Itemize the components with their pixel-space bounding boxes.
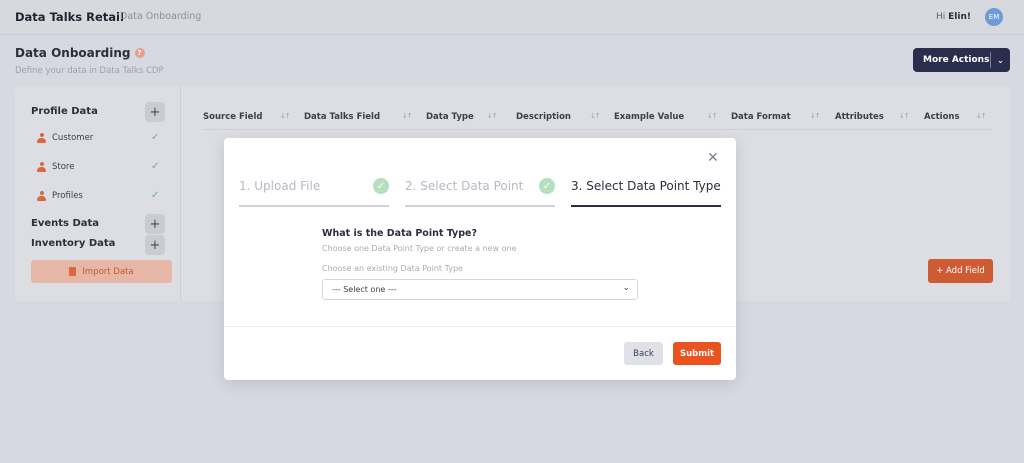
more-actions-button[interactable]: More Actions ⌄ <box>913 48 1010 72</box>
person-icon <box>37 191 46 201</box>
sidebar-item-label: Customer <box>52 133 94 143</box>
sidebar-item-store[interactable]: Store <box>37 162 74 172</box>
greeting-text: Hi <box>936 12 949 22</box>
modal-divider <box>224 326 736 327</box>
sort-icon[interactable]: ↓↑ <box>810 112 821 120</box>
page-subtitle: Define your data in Data Talks CDP <box>15 66 164 76</box>
chevron-down-icon[interactable]: ⌄ <box>991 56 1010 65</box>
column-header[interactable]: Attributes <box>835 112 884 122</box>
sort-icon[interactable]: ↓↑ <box>899 112 910 120</box>
step-progress-bar <box>571 205 721 207</box>
sort-icon[interactable]: ↓↑ <box>976 112 987 120</box>
add-inventory-button[interactable]: + <box>145 235 165 255</box>
data-point-type-modal: ✕ 1. Upload File ✓ 2. Select Data Point … <box>224 138 736 380</box>
check-icon: ✓ <box>151 190 160 201</box>
sidebar-item-customer[interactable]: Customer <box>37 133 93 143</box>
check-circle-icon: ✓ <box>373 178 389 194</box>
select-value: --- Select one --- <box>332 285 397 294</box>
step-label: 2. Select Data Point <box>405 179 524 193</box>
check-circle-icon: ✓ <box>539 178 555 194</box>
avatar[interactable]: EM <box>985 8 1003 26</box>
column-header[interactable]: Data Talks Field <box>304 112 380 122</box>
page-title-text: Data Onboarding <box>15 46 131 60</box>
column-header[interactable]: Data Format <box>731 112 791 122</box>
step-upload-file[interactable]: 1. Upload File ✓ <box>239 178 389 207</box>
step-progress-bar <box>239 205 389 207</box>
sidebar-item-label: Store <box>52 162 75 172</box>
sidebar: Profile Data + Customer ✓ Store ✓ Profil… <box>15 86 181 301</box>
close-icon[interactable]: ✕ <box>707 150 719 166</box>
add-events-button[interactable]: + <box>145 214 165 234</box>
step-label: 3. Select Data Point Type <box>571 179 721 193</box>
import-data-button[interactable]: Import Data <box>31 260 172 283</box>
step-label: 1. Upload File <box>239 179 321 193</box>
inventory-data-heading: Inventory Data <box>31 238 116 249</box>
step-select-data-point-type[interactable]: 3. Select Data Point Type <box>571 179 721 207</box>
breadcrumb[interactable]: Data Onboarding <box>120 11 201 22</box>
user-name: Elin! <box>948 12 971 22</box>
question-subtitle: Choose one Data Point Type or create a n… <box>322 244 517 253</box>
help-icon[interactable]: ? <box>134 48 145 58</box>
sidebar-item-label: Profiles <box>52 191 83 201</box>
sidebar-item-profiles[interactable]: Profiles <box>37 191 83 201</box>
add-field-button[interactable]: + Add Field <box>928 259 993 283</box>
import-data-label: Import Data <box>82 266 134 277</box>
column-header[interactable]: Source Field <box>203 112 262 122</box>
person-icon <box>37 162 46 172</box>
sort-icon[interactable]: ↓↑ <box>707 112 718 120</box>
column-header[interactable]: Data Type <box>426 112 474 122</box>
sort-icon[interactable]: ↓↑ <box>280 112 291 120</box>
file-icon <box>69 267 77 276</box>
events-data-heading: Events Data <box>31 218 100 229</box>
add-profile-button[interactable]: + <box>145 102 165 122</box>
check-icon: ✓ <box>151 161 160 172</box>
step-progress-bar <box>405 205 555 207</box>
column-header[interactable]: Example Value <box>614 112 684 122</box>
column-header[interactable]: Actions <box>924 112 960 122</box>
data-point-type-select[interactable]: --- Select one --- ⌄ <box>322 279 638 300</box>
column-header[interactable]: Description <box>516 112 571 122</box>
person-icon <box>37 133 46 143</box>
sort-icon[interactable]: ↓↑ <box>487 112 498 120</box>
top-bar: Data Talks Retail Data Onboarding Hi Eli… <box>0 0 1024 35</box>
chevron-down-icon: ⌄ <box>622 283 630 293</box>
question-title: What is the Data Point Type? <box>322 228 477 239</box>
back-button[interactable]: Back <box>624 342 663 365</box>
submit-button[interactable]: Submit <box>673 342 721 365</box>
sort-icon[interactable]: ↓↑ <box>402 112 413 120</box>
app-title[interactable]: Data Talks Retail <box>15 10 124 24</box>
page-title: Data Onboarding ? <box>15 46 145 60</box>
check-icon: ✓ <box>151 132 160 143</box>
select-label: Choose an existing Data Point Type <box>322 264 463 273</box>
profile-data-heading: Profile Data <box>31 106 98 117</box>
sort-icon[interactable]: ↓↑ <box>590 112 601 120</box>
step-select-data-point[interactable]: 2. Select Data Point ✓ <box>405 178 555 207</box>
more-actions-label: More Actions <box>923 55 990 65</box>
table-header: Source Field ↓↑ Data Talks Field ↓↑ Data… <box>202 110 992 130</box>
user-greeting: Hi Elin! <box>936 12 971 22</box>
